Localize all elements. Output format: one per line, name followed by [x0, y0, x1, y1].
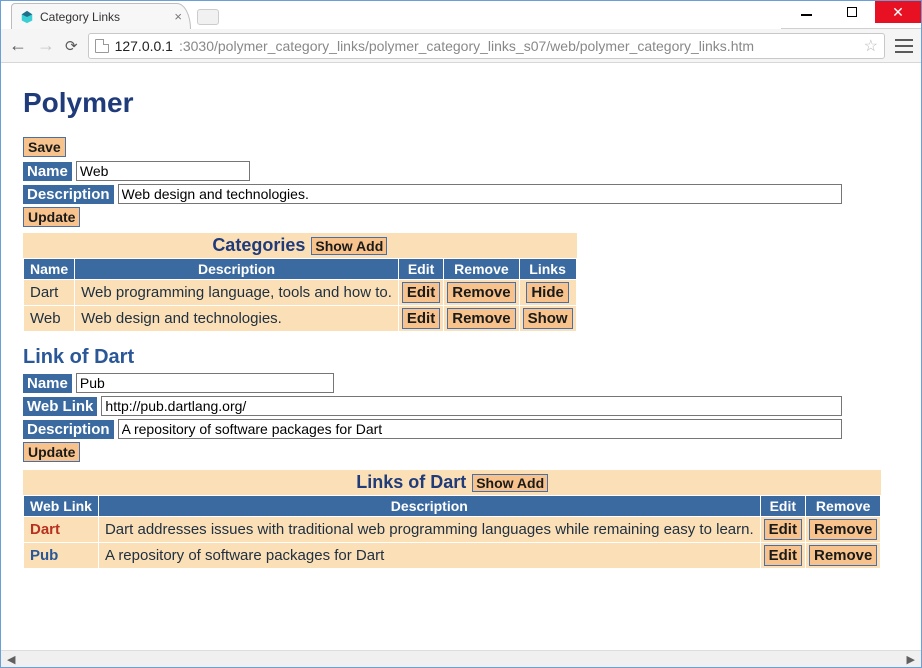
category-desc-label: Description — [23, 185, 114, 204]
tab-title: Category Links — [40, 10, 120, 24]
cell-name: Web — [24, 306, 75, 332]
bookmark-star-icon[interactable]: ☆ — [864, 36, 878, 56]
nav-forward-button[interactable]: → — [37, 35, 55, 56]
col-links: Links — [519, 259, 576, 280]
window-buttons: ✕ — [783, 1, 921, 23]
save-button[interactable]: Save — [23, 137, 66, 157]
link-subheader: Link of Dart — [23, 346, 899, 369]
categories-header: Categories Show Add — [23, 233, 577, 258]
col-desc: Description — [98, 496, 760, 517]
table-row: Dart Dart addresses issues with traditio… — [24, 517, 881, 543]
tab-close-icon[interactable]: × — [174, 9, 182, 24]
col-remove: Remove — [805, 496, 880, 517]
table-row: Web Web design and technologies. Edit Re… — [24, 306, 577, 332]
category-name-input[interactable] — [76, 161, 250, 181]
remove-button[interactable]: Remove — [447, 282, 515, 303]
page-content: Polymer Save Name Description Update Cat… — [1, 63, 921, 599]
window-minimize-button[interactable] — [783, 1, 829, 23]
category-name-label: Name — [23, 162, 72, 181]
maximize-icon — [847, 7, 857, 17]
page-viewport: Polymer Save Name Description Update Cat… — [1, 63, 921, 650]
category-update-button[interactable]: Update — [23, 207, 80, 227]
titlebar: Category Links × ✕ — [1, 1, 921, 29]
link-name-input[interactable] — [76, 373, 334, 393]
favicon-icon — [20, 10, 34, 24]
links-table: Web Link Description Edit Remove Dart Da… — [23, 495, 881, 569]
cell-name: Dart — [24, 280, 75, 306]
links-show-add-button[interactable]: Show Add — [472, 474, 548, 492]
cell-desc: Web programming language, tools and how … — [75, 280, 399, 306]
scroll-left-icon[interactable]: ◀ — [3, 653, 19, 666]
link-name-label: Name — [23, 374, 72, 393]
edit-button[interactable]: Edit — [402, 282, 440, 303]
link-update-button[interactable]: Update — [23, 442, 80, 462]
scroll-right-icon[interactable]: ▶ — [903, 653, 919, 666]
link-desc-input[interactable] — [118, 419, 842, 439]
table-row: Dart Web programming language, tools and… — [24, 280, 577, 306]
link-weblink-label: Web Link — [23, 397, 97, 416]
link-weblink-input[interactable] — [101, 396, 842, 416]
page-title: Polymer — [23, 87, 899, 119]
cell-desc: Web design and technologies. — [75, 306, 399, 332]
cell-weblink[interactable]: Pub — [24, 543, 99, 569]
links-header: Links of Dart Show Add — [23, 470, 881, 495]
edit-button[interactable]: Edit — [402, 308, 440, 329]
links-toggle-button[interactable]: Hide — [526, 282, 569, 303]
nav-reload-button[interactable]: ⟳ — [65, 37, 78, 55]
cell-desc: Dart addresses issues with traditional w… — [98, 517, 760, 543]
remove-button[interactable]: Remove — [447, 308, 515, 329]
horizontal-scrollbar[interactable]: ◀ ▶ — [1, 650, 921, 667]
window-close-button[interactable]: ✕ — [875, 1, 921, 23]
close-icon: ✕ — [892, 4, 904, 21]
categories-table: Name Description Edit Remove Links Dart … — [23, 258, 577, 332]
links-title: Links of Dart — [356, 472, 466, 493]
nav-back-button[interactable]: ← — [9, 35, 27, 56]
remove-button[interactable]: Remove — [809, 545, 877, 566]
categories-title: Categories — [212, 235, 305, 256]
col-edit: Edit — [398, 259, 443, 280]
cell-desc: A repository of software packages for Da… — [98, 543, 760, 569]
url-host: 127.0.0.1 — [115, 38, 173, 54]
categories-show-add-button[interactable]: Show Add — [311, 237, 387, 255]
new-tab-button[interactable] — [197, 9, 219, 25]
cell-weblink[interactable]: Dart — [24, 517, 99, 543]
links-header-row: Web Link Description Edit Remove — [24, 496, 881, 517]
table-row: Pub A repository of software packages fo… — [24, 543, 881, 569]
address-bar[interactable]: 127.0.0.1 :3030/polymer_category_links/po… — [88, 33, 885, 59]
window-maximize-button[interactable] — [829, 1, 875, 23]
col-weblink: Web Link — [24, 496, 99, 517]
categories-header-row: Name Description Edit Remove Links — [24, 259, 577, 280]
col-remove: Remove — [444, 259, 519, 280]
col-name: Name — [24, 259, 75, 280]
col-desc: Description — [75, 259, 399, 280]
link-desc-label: Description — [23, 420, 114, 439]
browser-tab[interactable]: Category Links × — [11, 3, 191, 29]
remove-button[interactable]: Remove — [809, 519, 877, 540]
browser-toolbar: ← → ⟳ 127.0.0.1 :3030/polymer_category_li… — [1, 29, 921, 63]
page-icon — [95, 39, 109, 53]
col-edit: Edit — [760, 496, 805, 517]
browser-window: Category Links × ✕ ← → ⟳ 127.0.0.1 :3030/… — [0, 0, 922, 668]
edit-button[interactable]: Edit — [764, 519, 802, 540]
browser-menu-button[interactable] — [895, 39, 913, 53]
minimize-icon — [801, 14, 812, 16]
links-toggle-button[interactable]: Show — [523, 308, 573, 329]
url-path: :3030/polymer_category_links/polymer_cat… — [179, 38, 754, 54]
category-desc-input[interactable] — [118, 184, 842, 204]
edit-button[interactable]: Edit — [764, 545, 802, 566]
tabstrip: Category Links × — [1, 1, 781, 29]
